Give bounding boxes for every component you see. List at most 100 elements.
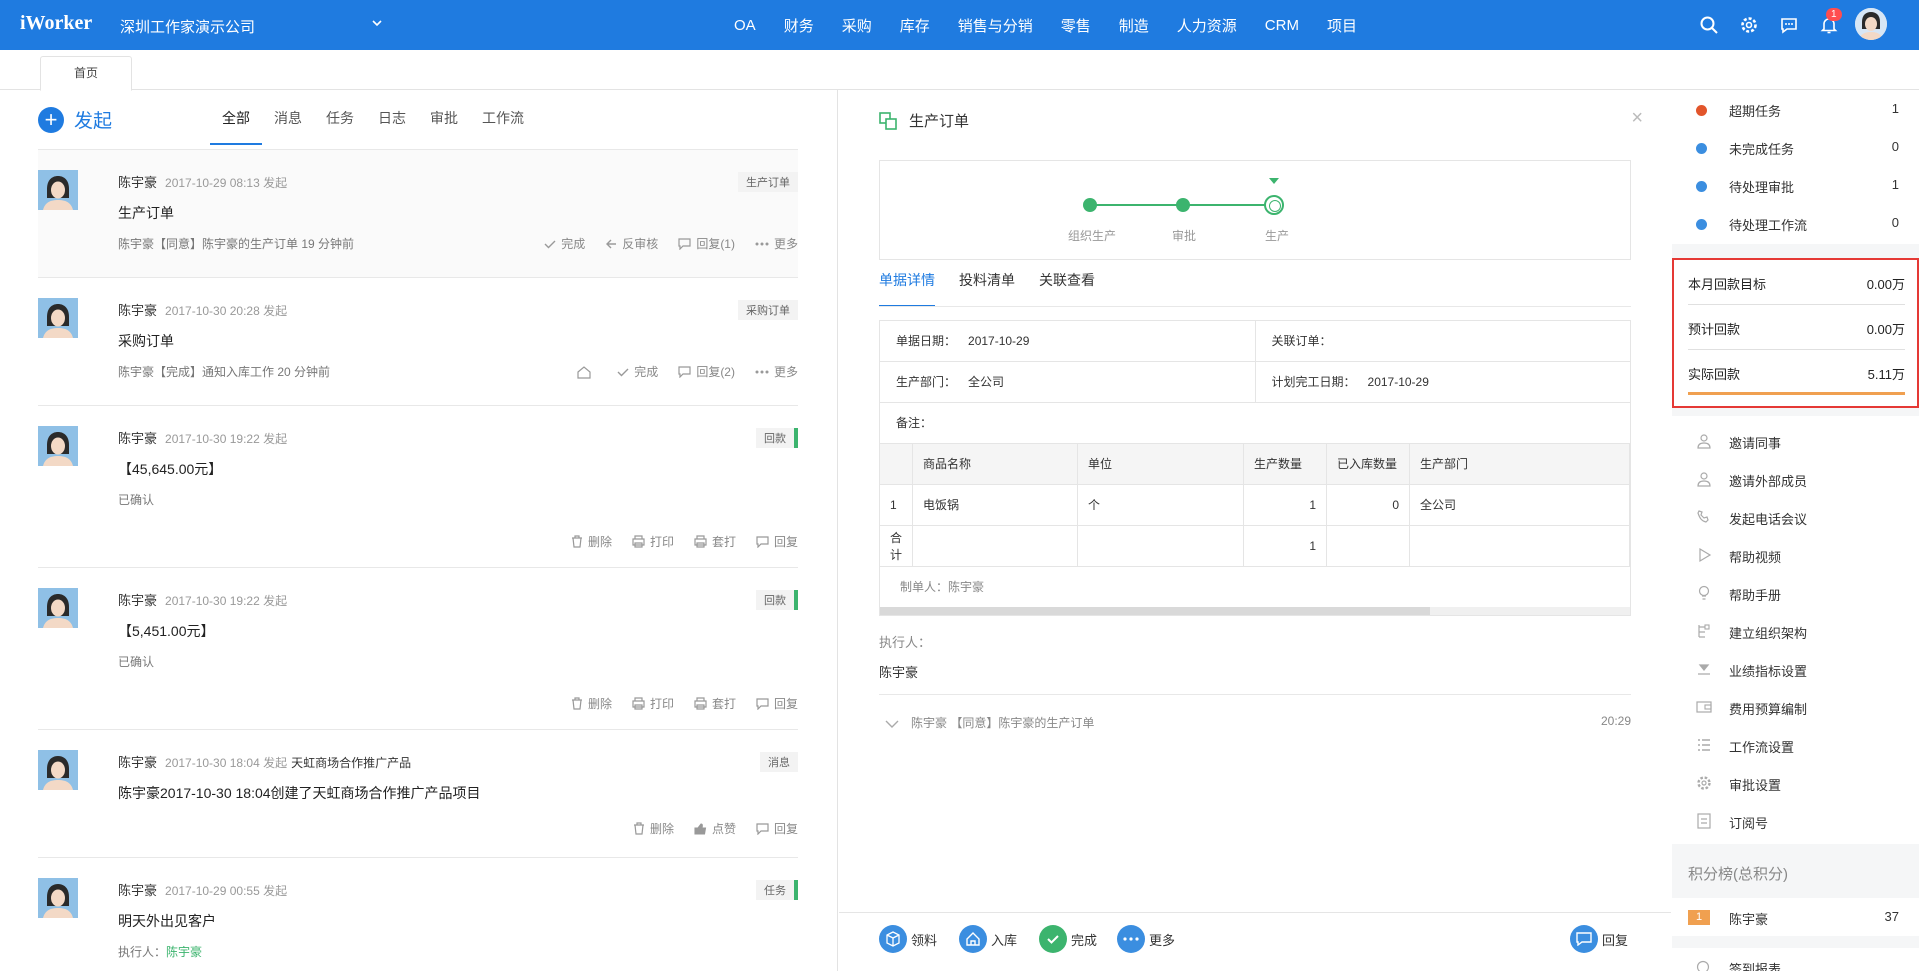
more-action[interactable]: 更多 bbox=[755, 363, 798, 380]
unapprove-action[interactable]: 反审核 bbox=[605, 235, 658, 252]
feed-card[interactable]: 陈宇豪 2017-10-29 00:55 发起 任务 明天外出见客户 执行人：陈宇… bbox=[38, 858, 798, 971]
avatar[interactable] bbox=[38, 426, 78, 466]
card-title[interactable]: 生产订单 bbox=[118, 203, 174, 223]
menu-kpi-settings[interactable]: 业绩指标设置 bbox=[1672, 650, 1919, 688]
app-logo[interactable]: iWorker bbox=[20, 12, 92, 35]
nav-hr[interactable]: 人力资源 bbox=[1177, 15, 1237, 36]
search-icon[interactable] bbox=[1699, 15, 1719, 35]
new-button[interactable]: + 发起 bbox=[38, 106, 112, 133]
table-row[interactable]: 1 电饭锅 个 1 0 全公司 bbox=[880, 484, 1630, 526]
menu-subscription[interactable]: 订阅号 bbox=[1672, 802, 1919, 840]
feed-card[interactable]: 陈宇豪 2017-10-30 19:22 发起 回款 【5,451.00元】 已确… bbox=[38, 568, 798, 730]
author-name[interactable]: 陈宇豪 bbox=[118, 755, 157, 770]
menu-invite-external[interactable]: 邀请外部成员 bbox=[1672, 460, 1919, 498]
feed-card[interactable]: 陈宇豪 2017-10-30 20:28 发起 采购订单 采购订单 陈宇豪【完成】… bbox=[38, 278, 798, 406]
reply-action[interactable]: 回复 bbox=[756, 695, 798, 712]
type-tag[interactable]: 生产订单 bbox=[738, 172, 798, 192]
step-dot[interactable] bbox=[1083, 198, 1097, 212]
template-print-action[interactable]: 套打 bbox=[694, 695, 736, 712]
step-dot[interactable] bbox=[1176, 198, 1190, 212]
approval-log[interactable]: 陈宇豪 【同意】陈宇豪的生产订单 20:29 bbox=[879, 714, 1631, 731]
card-title[interactable]: 明天外出见客户 bbox=[118, 911, 216, 931]
print-action[interactable]: 打印 bbox=[632, 695, 674, 712]
chevron-down-icon[interactable] bbox=[885, 719, 899, 729]
nav-project[interactable]: 项目 bbox=[1327, 15, 1357, 36]
stat-pending-workflow[interactable]: 待处理工作流 0 bbox=[1672, 204, 1919, 242]
close-icon[interactable]: × bbox=[1631, 107, 1643, 130]
subject[interactable]: 天虹商场合作推广产品 bbox=[291, 756, 411, 770]
author-name[interactable]: 陈宇豪 bbox=[118, 175, 157, 190]
menu-invite-colleague[interactable]: 邀请同事 bbox=[1672, 422, 1919, 460]
tab-workflow[interactable]: 工作流 bbox=[470, 108, 536, 145]
stat-incomplete[interactable]: 未完成任务 0 bbox=[1672, 128, 1919, 166]
avatar[interactable] bbox=[38, 170, 78, 210]
feed-card[interactable]: 陈宇豪 2017-10-30 18:04 发起 天虹商场合作推广产品 消息 陈宇豪2… bbox=[38, 730, 798, 858]
reply-action[interactable]: 回复(1) bbox=[678, 235, 735, 252]
horizontal-scrollbar[interactable] bbox=[880, 606, 1630, 615]
user-avatar[interactable] bbox=[1855, 8, 1887, 40]
nav-manufacturing[interactable]: 制造 bbox=[1119, 15, 1149, 36]
menu-workflow-settings[interactable]: 工作流设置 bbox=[1672, 726, 1919, 764]
template-print-action[interactable]: 套打 bbox=[694, 533, 736, 550]
payment-actual[interactable]: 实际回款 5.11万 bbox=[1688, 350, 1905, 395]
nav-finance[interactable]: 财务 bbox=[784, 15, 814, 36]
nav-purchase[interactable]: 采购 bbox=[842, 15, 872, 36]
menu-sign-report[interactable]: 签到报表 bbox=[1672, 948, 1919, 971]
tab-task[interactable]: 任务 bbox=[314, 108, 366, 145]
tab-related[interactable]: 关联查看 bbox=[1039, 270, 1095, 307]
nav-inventory[interactable]: 库存 bbox=[900, 15, 930, 36]
tab-all[interactable]: 全部 bbox=[210, 108, 262, 145]
type-tag[interactable]: 任务 bbox=[756, 880, 798, 900]
tab-materials[interactable]: 投料清单 bbox=[959, 270, 1015, 307]
tab-approval[interactable]: 审批 bbox=[418, 108, 470, 145]
pick-material-button[interactable]: 领料 bbox=[879, 925, 937, 953]
card-title[interactable]: 【5,451.00元】 bbox=[118, 621, 215, 641]
type-tag[interactable]: 采购订单 bbox=[738, 300, 798, 320]
card-title[interactable]: 采购订单 bbox=[118, 331, 174, 351]
company-name[interactable]: 深圳工作家演示公司 bbox=[120, 16, 255, 37]
delete-action[interactable]: 删除 bbox=[571, 695, 612, 712]
menu-approval-settings[interactable]: 审批设置 bbox=[1672, 764, 1919, 802]
tab-details[interactable]: 单据详情 bbox=[879, 270, 935, 307]
payment-target[interactable]: 本月回款目标 0.00万 bbox=[1688, 260, 1905, 305]
author-name[interactable]: 陈宇豪 bbox=[118, 593, 157, 608]
ranking-row[interactable]: 1 陈宇豪 37 bbox=[1672, 898, 1919, 936]
card-title[interactable]: 【45,645.00元】 bbox=[118, 459, 222, 479]
stat-pending-approval[interactable]: 待处理审批 1 bbox=[1672, 166, 1919, 204]
feed-card[interactable]: 陈宇豪 2017-10-29 08:13 发起 生产订单 生产订单 陈宇豪【同意】… bbox=[38, 150, 798, 278]
card-title[interactable]: 陈宇豪2017-10-30 18:04创建了天虹商场合作推广产品项目 bbox=[118, 783, 481, 803]
stat-overdue[interactable]: 超期任务 1 bbox=[1672, 90, 1919, 128]
menu-phone-meeting[interactable]: 发起电话会议 bbox=[1672, 498, 1919, 536]
more-action[interactable]: 更多 bbox=[755, 235, 798, 252]
reply-action[interactable]: 回复 bbox=[756, 820, 798, 837]
complete-button[interactable]: 完成 bbox=[1039, 925, 1097, 953]
chevron-down-icon[interactable] bbox=[370, 16, 384, 30]
menu-help-video[interactable]: 帮助视频 bbox=[1672, 536, 1919, 574]
nav-oa[interactable]: OA bbox=[734, 17, 756, 34]
step-current-dot[interactable] bbox=[1264, 195, 1284, 215]
avatar[interactable] bbox=[38, 588, 78, 628]
delete-action[interactable]: 删除 bbox=[633, 820, 674, 837]
tab-log[interactable]: 日志 bbox=[366, 108, 418, 145]
like-action[interactable]: 点赞 bbox=[694, 820, 736, 837]
feed-card[interactable]: 陈宇豪 2017-10-30 19:22 发起 回款 【45,645.00元】 已… bbox=[38, 406, 798, 568]
scrollbar-thumb[interactable] bbox=[880, 606, 1430, 615]
more-button[interactable]: 更多 bbox=[1117, 925, 1175, 953]
type-tag[interactable]: 回款 bbox=[756, 590, 798, 610]
reply-action[interactable]: 回复(2) bbox=[678, 363, 735, 380]
reply-action[interactable]: 回复 bbox=[756, 533, 798, 550]
reply-button[interactable]: 回复 bbox=[1570, 925, 1628, 953]
avatar[interactable] bbox=[38, 878, 78, 918]
menu-help-manual[interactable]: 帮助手册 bbox=[1672, 574, 1919, 612]
gear-icon[interactable] bbox=[1739, 15, 1759, 35]
complete-action[interactable]: 完成 bbox=[544, 235, 585, 252]
complete-action[interactable]: 完成 bbox=[617, 363, 658, 380]
stock-in-action[interactable] bbox=[576, 363, 597, 380]
nav-retail[interactable]: 零售 bbox=[1061, 15, 1091, 36]
author-name[interactable]: 陈宇豪 bbox=[118, 303, 157, 318]
nav-crm[interactable]: CRM bbox=[1265, 17, 1299, 34]
tab-home[interactable]: 首页 bbox=[40, 56, 132, 91]
nav-sales[interactable]: 销售与分销 bbox=[958, 15, 1033, 36]
executor-name[interactable]: 陈宇豪 bbox=[166, 945, 202, 959]
avatar[interactable] bbox=[38, 750, 78, 790]
